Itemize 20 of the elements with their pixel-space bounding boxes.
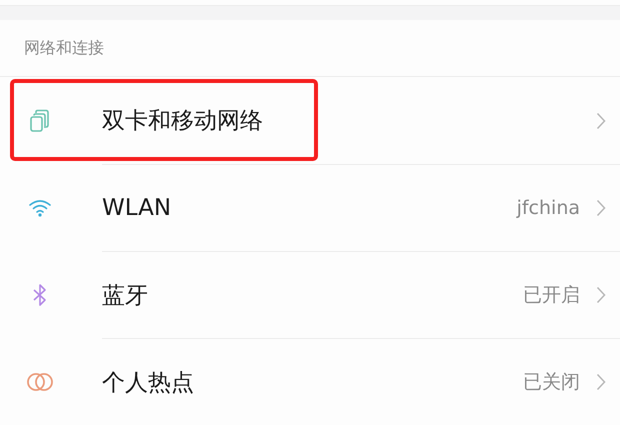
item-label: 个人热点 xyxy=(102,368,195,398)
chevron-icon xyxy=(596,112,606,130)
item-value: 已开启 xyxy=(523,283,580,308)
chevron-icon xyxy=(596,199,606,217)
chevron-icon xyxy=(596,373,606,391)
item-label: 双卡和移动网络 xyxy=(102,107,264,136)
item-value: 已关闭 xyxy=(523,370,580,395)
settings-item[interactable]: 蓝牙 已开启 xyxy=(0,251,620,338)
item-value: jfchina xyxy=(516,197,580,219)
settings-item[interactable]: WLAN jfchina xyxy=(0,164,620,251)
rings-icon xyxy=(26,372,54,392)
chevron-icon xyxy=(596,286,606,304)
section-title: 网络和连接 xyxy=(24,38,104,58)
bluetooth-icon xyxy=(32,282,48,306)
settings-item[interactable]: 个人热点 已关闭 xyxy=(0,338,620,425)
wifi-icon xyxy=(28,198,52,216)
settings-item[interactable]: 双卡和移动网络 xyxy=(0,77,620,164)
cards-icon xyxy=(29,108,51,132)
item-label: 蓝牙 xyxy=(102,282,149,310)
item-label: WLAN xyxy=(102,195,172,221)
